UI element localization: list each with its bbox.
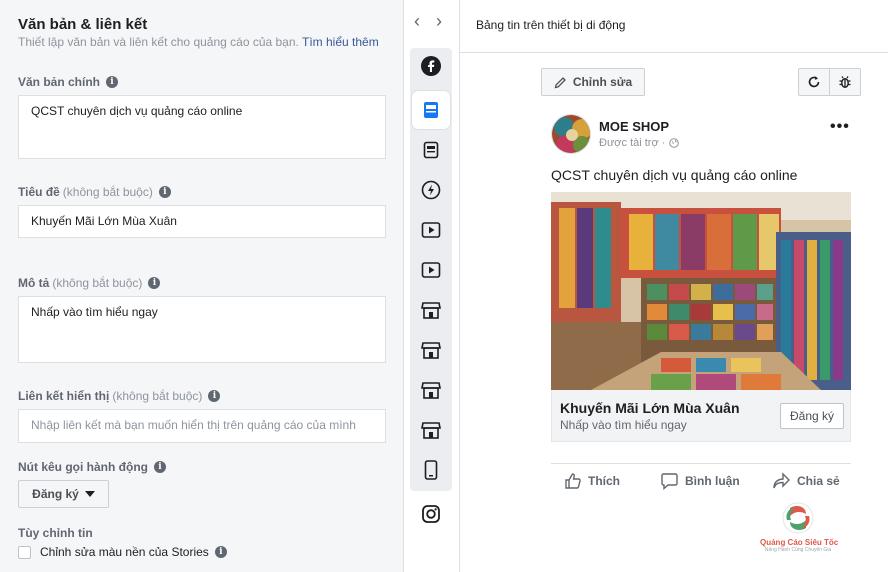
watermark-subtext: Nâng Hành Cùng Chuyên Gia bbox=[764, 547, 832, 553]
section-subtitle: Thiết lập văn bản và liên kết cho quảng … bbox=[18, 35, 379, 49]
headline-label: Tiêu đề (không bắt buộc) i bbox=[18, 185, 171, 199]
share-label: Chia sẻ bbox=[797, 474, 840, 488]
customize-label: Tùy chỉnh tin bbox=[18, 526, 93, 540]
comment-label: Bình luận bbox=[685, 474, 740, 488]
primary-text-field[interactable]: QCST chuyên dịch vụ quảng cáo online bbox=[18, 95, 386, 159]
share-icon bbox=[773, 472, 790, 489]
facebook-icon[interactable] bbox=[412, 47, 450, 85]
headline-label-text: Tiêu đề bbox=[18, 185, 60, 199]
divider bbox=[403, 0, 404, 572]
info-icon[interactable]: i bbox=[106, 76, 119, 88]
description-label: Mô tả (không bắt buộc) i bbox=[18, 276, 161, 290]
optional-note: (không bắt buộc) bbox=[112, 389, 203, 403]
primary-text-label-text: Văn bản chính bbox=[18, 75, 101, 89]
checkbox-label: Chỉnh sửa màu nền của Stories bbox=[40, 545, 209, 559]
info-icon[interactable]: i bbox=[153, 461, 166, 473]
cta-dropdown[interactable]: Đăng ký bbox=[18, 480, 109, 508]
video-icon[interactable] bbox=[412, 251, 450, 289]
instant-article-icon[interactable] bbox=[412, 171, 450, 209]
like-label: Thích bbox=[588, 474, 620, 488]
mobile-feed-icon[interactable] bbox=[412, 91, 450, 129]
video-icon[interactable] bbox=[412, 211, 450, 249]
comment-button[interactable]: Bình luận bbox=[660, 472, 740, 490]
marketplace-icon[interactable] bbox=[412, 331, 450, 369]
comment-icon bbox=[661, 473, 678, 490]
learn-more-link[interactable]: Tìm hiểu thêm bbox=[302, 35, 379, 49]
caret-down-icon bbox=[84, 491, 95, 497]
marketplace-icon[interactable] bbox=[412, 411, 450, 449]
more-options-icon[interactable]: ••• bbox=[830, 118, 850, 136]
text-and-links-panel: Văn bản & liên kết Thiết lập văn bản và … bbox=[0, 0, 403, 572]
ad-image[interactable] bbox=[551, 192, 851, 390]
sponsored-label: Được tài trợ · bbox=[599, 137, 680, 149]
ad-description: Nhấp vào tìm hiểu ngay bbox=[560, 418, 687, 432]
edit-button-label: Chỉnh sửa bbox=[572, 75, 633, 89]
info-icon[interactable]: i bbox=[208, 390, 221, 402]
checkbox[interactable] bbox=[18, 545, 31, 559]
share-button[interactable]: Chia sẻ bbox=[772, 472, 840, 490]
divider bbox=[551, 463, 851, 464]
page-avatar[interactable] bbox=[551, 114, 591, 154]
preview-tools bbox=[798, 68, 861, 96]
cta-label-text: Nút kêu gọi hành động bbox=[18, 460, 148, 474]
sponsored-text: Được tài trợ · bbox=[599, 137, 666, 149]
display-link-label: Liên kết hiển thị (không bắt buộc) i bbox=[18, 389, 221, 403]
ad-headline: Khuyến Mãi Lớn Mùa Xuân bbox=[560, 400, 740, 416]
page-name[interactable]: MOE SHOP bbox=[599, 119, 669, 134]
headline-field[interactable]: Khuyến Mãi Lớn Mùa Xuân bbox=[18, 205, 386, 238]
signup-button[interactable]: Đăng ký bbox=[780, 403, 844, 429]
display-link-input[interactable]: Nhập liên kết mà bạn muốn hiển thị trên … bbox=[18, 409, 386, 443]
info-icon[interactable]: i bbox=[148, 277, 161, 289]
like-button[interactable]: Thích bbox=[564, 472, 620, 490]
marketplace-icon[interactable] bbox=[412, 291, 450, 329]
description-label-text: Mô tả bbox=[18, 276, 50, 290]
stories-bg-option[interactable]: Chỉnh sửa màu nền của Stories i bbox=[18, 545, 227, 559]
brand-logo-icon bbox=[782, 502, 814, 534]
watermark-logo: Quảng Cáo Siêu Tốc Nâng Hành Cùng Chuyên… bbox=[760, 500, 839, 560]
marketplace-icon[interactable] bbox=[412, 371, 450, 409]
section-title: Văn bản & liên kết bbox=[18, 16, 148, 33]
edit-button[interactable]: Chỉnh sửa bbox=[541, 68, 645, 96]
section-subtitle-text: Thiết lập văn bản và liên kết cho quảng … bbox=[18, 35, 299, 49]
desktop-feed-icon[interactable] bbox=[412, 131, 450, 169]
primary-text-label: Văn bản chính i bbox=[18, 75, 119, 89]
cta-dropdown-value: Đăng ký bbox=[32, 487, 79, 501]
globe-icon bbox=[669, 138, 680, 148]
pencil-icon bbox=[554, 76, 566, 88]
ad-editor: Văn bản & liên kết Thiết lập văn bản và … bbox=[0, 0, 888, 572]
instagram-icon[interactable] bbox=[412, 495, 450, 533]
chevron-left-icon[interactable]: ‹ bbox=[414, 12, 420, 30]
chevron-right-icon[interactable]: › bbox=[436, 12, 442, 30]
ad-primary-text: QCST chuyên dịch vụ quảng cáo online bbox=[551, 167, 798, 183]
info-icon[interactable]: i bbox=[158, 186, 171, 198]
display-link-label-text: Liên kết hiển thị bbox=[18, 389, 110, 403]
bug-icon[interactable] bbox=[829, 69, 860, 95]
info-icon[interactable]: i bbox=[214, 546, 227, 558]
like-icon bbox=[565, 473, 581, 489]
optional-note: (không bắt buộc) bbox=[52, 276, 143, 290]
stories-icon[interactable] bbox=[412, 451, 450, 489]
cta-label: Nút kêu gọi hành động i bbox=[18, 460, 166, 474]
refresh-icon[interactable] bbox=[799, 69, 829, 95]
divider bbox=[460, 52, 888, 53]
placement-title: Bảng tin trên thiết bị di động bbox=[476, 18, 626, 32]
divider bbox=[459, 0, 460, 572]
ad-link-footer[interactable]: Khuyến Mãi Lớn Mùa Xuân Nhấp vào tìm hiể… bbox=[551, 390, 851, 442]
description-field[interactable]: Nhấp vào tìm hiểu ngay bbox=[18, 296, 386, 363]
watermark-text: Quảng Cáo Siêu Tốc bbox=[760, 538, 839, 547]
optional-note: (không bắt buộc) bbox=[62, 185, 153, 199]
